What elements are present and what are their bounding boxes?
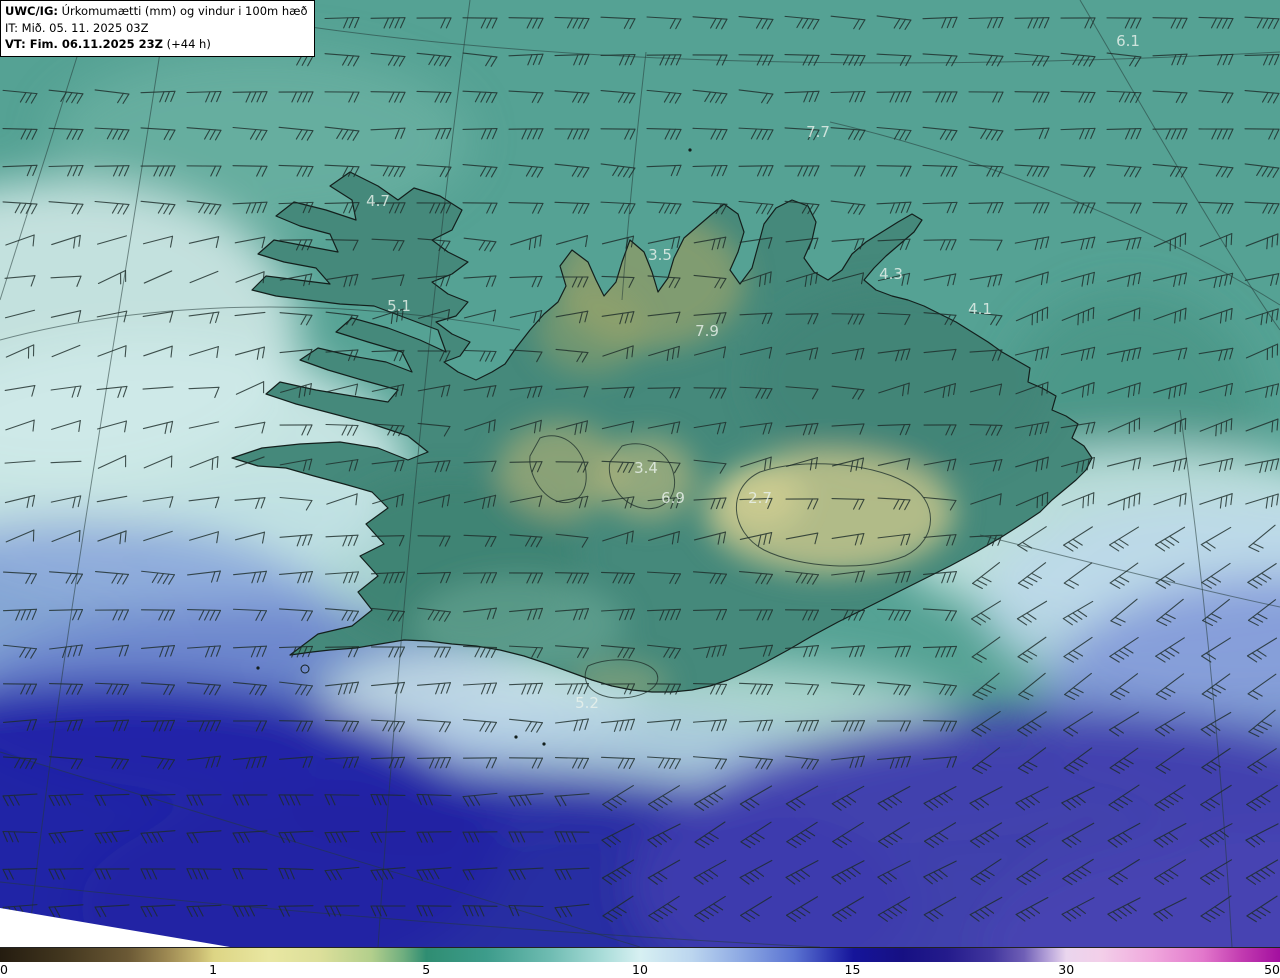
legend-tick-15: 15	[844, 962, 861, 977]
legend-tick-0: 0	[0, 962, 8, 977]
legend-tick-5: 5	[422, 962, 431, 977]
model-id: UWC/IG:	[5, 4, 58, 18]
title-line-init: IT: Mið. 05. 11. 2025 03Z	[5, 20, 149, 35]
precip-value-label: 3.4	[634, 459, 658, 477]
precip-value-label: 2.7	[748, 489, 772, 507]
model-description: Úrkomumætti (mm) og vindur i 100m hæð	[57, 4, 308, 18]
precip-value-label: 4.1	[968, 300, 992, 318]
precip-value-label: 5.2	[575, 694, 599, 712]
precip-value-label: 6.9	[661, 489, 685, 507]
precip-value-label: 6.1	[1116, 32, 1140, 50]
colorbar-gradient	[0, 947, 1280, 963]
precip-value-label: 7.7	[806, 123, 830, 141]
legend-tick-30: 30	[1058, 962, 1075, 977]
legend-tick-50: 50	[1264, 962, 1280, 977]
map-title-box: UWC/IG: Úrkomumætti (mm) og vindur i 100…	[0, 0, 315, 58]
precip-value-label: 3.5	[648, 246, 672, 264]
lead-time: (+44 h)	[162, 37, 211, 52]
map-canvas: 6.1 7.7 4.7 3.5 4.3 4.1 5.1 7.9 3.4 6.9 2.7 5.2 UWC…	[0, 0, 1280, 947]
precip-value-label: 7.9	[695, 322, 719, 340]
legend-tick-10: 10	[632, 962, 648, 977]
title-line-model: UWC/IG: Úrkomumætti (mm) og vindur i 100…	[5, 3, 308, 20]
precipitation-wind-map: 6.1 7.7 4.7 3.5 4.3 4.1 5.1 7.9 3.46.9 2.7 5.2	[0, 0, 1280, 947]
precip-value-label: 5.1	[387, 297, 411, 315]
title-line-valid: VT: Fim. 06.11.2025 23Z (+44 h)	[5, 36, 308, 53]
weather-map-app: 6.1 7.7 4.7 3.5 4.3 4.1 5.1 7.9 3.4 6.9 2.7 5.2 UWC…	[0, 0, 1280, 978]
colorbar-tick-labels: 0 1 5 10 15 30 50	[0, 962, 1280, 978]
colorbar-legend: 0 1 5 10 15 30 50	[0, 947, 1280, 978]
legend-tick-1: 1	[209, 962, 218, 977]
precip-value-label: 4.3	[879, 265, 903, 283]
valid-time: VT: Fim. 06.11.2025 23Z	[5, 37, 163, 52]
precip-value-label: 4.7	[366, 192, 390, 210]
